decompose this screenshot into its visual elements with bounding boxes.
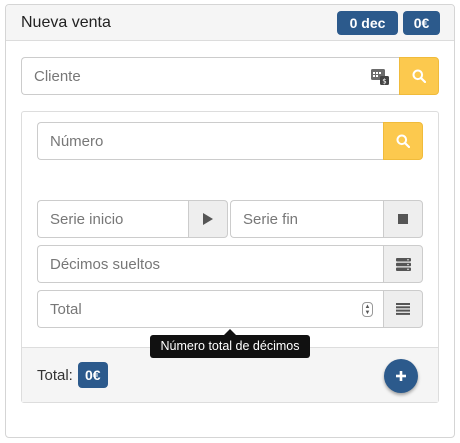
cliente-group: $: [21, 57, 439, 95]
total-button[interactable]: [383, 290, 423, 328]
cliente-search-button[interactable]: [399, 57, 439, 95]
ticket-entry-box: ▲▼ Total: 0€: [21, 111, 439, 403]
add-ticket-button[interactable]: [384, 359, 418, 393]
search-icon: [396, 134, 410, 148]
total-input[interactable]: [38, 291, 383, 327]
serie-inicio-group: [37, 200, 228, 238]
serie-fin-button[interactable]: [383, 200, 423, 238]
number-spinner-icon[interactable]: ▲ ▼: [362, 302, 373, 317]
serie-inicio-button[interactable]: [188, 200, 228, 238]
serie-fin-group: [230, 200, 423, 238]
play-icon: [203, 213, 213, 225]
serie-fin-input[interactable]: [231, 201, 383, 237]
amount-badge: 0€: [403, 11, 440, 35]
numero-group: [37, 122, 423, 160]
server-list-icon: [395, 257, 411, 271]
panel-header: Nueva venta 0 dec 0€: [6, 5, 454, 41]
stop-icon: [398, 214, 408, 224]
decimos-count-badge: 0 dec: [337, 11, 398, 35]
bars-icon: [396, 303, 410, 315]
search-icon: [412, 69, 426, 83]
cliente-field-wrap: $: [21, 57, 399, 95]
client-card-icon: $: [371, 69, 389, 90]
numero-search-button[interactable]: [383, 122, 423, 160]
plus-icon: [396, 371, 406, 381]
decimos-sueltos-field-wrap: [37, 245, 383, 283]
numero-field-wrap: [37, 122, 383, 160]
serie-inicio-input[interactable]: [38, 201, 188, 237]
total-group: ▲▼: [37, 290, 423, 328]
cliente-input[interactable]: [22, 58, 399, 94]
total-field-wrap: ▲▼: [37, 290, 383, 328]
panel-title: Nueva venta: [21, 14, 111, 31]
total-tooltip: Número total de décimos: [150, 335, 310, 358]
decimos-sueltos-input[interactable]: [38, 246, 383, 282]
numero-input[interactable]: [38, 123, 383, 159]
new-sale-panel: Nueva venta 0 dec 0€ $: [5, 4, 455, 438]
decimos-sueltos-button[interactable]: [383, 245, 423, 283]
svg-text:$: $: [382, 78, 386, 86]
total-label: Total:: [37, 367, 73, 384]
serie-inicio-field-wrap: [37, 200, 188, 238]
total-value-badge: 0€: [78, 362, 108, 388]
serie-fin-field-wrap: [230, 200, 383, 238]
decimos-sueltos-group: [37, 245, 423, 283]
